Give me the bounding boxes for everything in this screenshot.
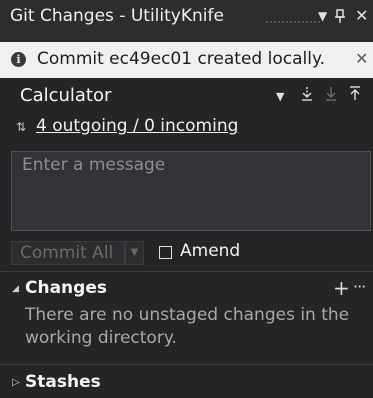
window-position-dropdown-icon[interactable]: ▼: [318, 9, 327, 23]
drag-grip[interactable]: [265, 20, 321, 25]
stashes-section-header[interactable]: ▷ Stashes: [0, 372, 373, 396]
commit-message-placeholder: Enter a message: [22, 155, 166, 175]
divider: [0, 364, 373, 365]
branch-selector[interactable]: Calculator ▼: [0, 84, 373, 110]
window-title: Git Changes - UtilityKnife: [10, 6, 224, 26]
close-icon[interactable]: ✕: [355, 6, 368, 25]
commit-all-label: Commit All: [20, 243, 114, 263]
fetch-icon[interactable]: [300, 84, 314, 108]
expand-caret-icon[interactable]: ▷: [12, 377, 20, 388]
outgoing-incoming-link[interactable]: 4 outgoing / 0 incoming: [36, 116, 238, 136]
pull-icon[interactable]: [324, 84, 338, 108]
commit-all-button[interactable]: Commit All: [11, 241, 125, 265]
no-changes-message: There are no unstaged changes in the wor…: [25, 305, 350, 348]
changes-section-header[interactable]: ◢ Changes: [0, 278, 373, 302]
notification-close-icon[interactable]: ✕: [355, 49, 368, 68]
sync-arrows-icon: ⇅: [16, 120, 27, 134]
amend-checkbox[interactable]: [159, 246, 172, 259]
pin-icon[interactable]: [334, 6, 346, 29]
branch-name: Calculator: [20, 85, 112, 106]
stashes-title: Stashes: [25, 372, 101, 392]
notification-bar: i Commit ec49ec01 created locally. ✕: [0, 42, 373, 78]
divider: [0, 271, 373, 272]
collapse-caret-icon[interactable]: ◢: [12, 284, 19, 294]
info-icon: i: [11, 52, 26, 67]
tool-window-title-bar: Git Changes - UtilityKnife ▼ ✕: [0, 0, 373, 42]
stage-all-plus-icon[interactable]: +: [333, 276, 350, 300]
commit-options-dropdown[interactable]: ▼: [125, 241, 144, 265]
sync-status: ⇅ 4 outgoing / 0 incoming: [0, 115, 373, 141]
branch-dropdown-icon[interactable]: ▼: [276, 90, 284, 103]
changes-title: Changes: [25, 278, 107, 298]
notification-text: Commit ec49ec01 created locally.: [37, 49, 325, 69]
more-options-icon[interactable]: ···: [353, 277, 366, 296]
amend-label[interactable]: Amend: [180, 241, 240, 261]
push-icon[interactable]: [348, 84, 362, 108]
commit-message-input[interactable]: Enter a message: [11, 151, 371, 231]
